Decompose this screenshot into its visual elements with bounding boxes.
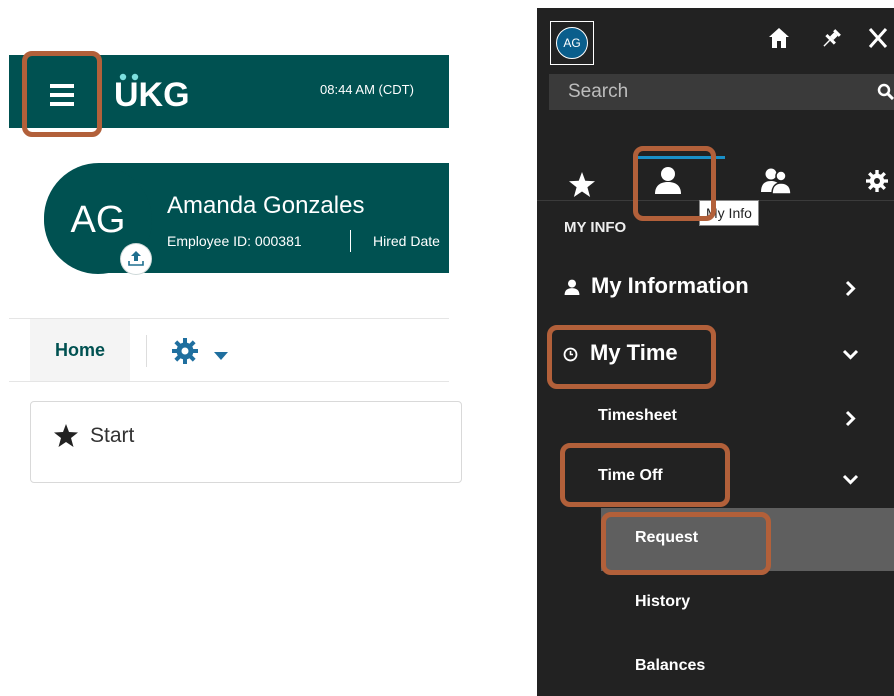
- start-label: Start: [90, 424, 135, 447]
- chevron-down-icon[interactable]: [842, 472, 859, 490]
- hired-date: Hired Date: [373, 233, 440, 249]
- highlight-box-my-info: [633, 146, 716, 221]
- tab-divider: [146, 335, 147, 367]
- highlight-box-request: [601, 512, 771, 575]
- nav-item-balances[interactable]: Balances: [635, 657, 705, 675]
- person-icon: [564, 279, 580, 300]
- home-icon[interactable]: [768, 27, 790, 54]
- upload-icon: [128, 251, 144, 266]
- highlight-box-time-off: [560, 443, 730, 507]
- section-header: MY INFO: [564, 219, 627, 236]
- settings-dropdown-button[interactable]: [172, 338, 198, 369]
- employee-id: Employee ID: 000381: [167, 233, 302, 249]
- hamburger-icon: [50, 84, 74, 106]
- ukg-logo: UKG: [114, 70, 214, 115]
- search-icon[interactable]: [877, 83, 894, 105]
- star-icon: [569, 172, 595, 197]
- pin-icon[interactable]: [820, 28, 842, 55]
- star-icon: [54, 424, 78, 452]
- tab-favorites[interactable]: [569, 172, 595, 202]
- chevron-right-icon[interactable]: [845, 410, 856, 432]
- nav-avatar-initials: AG: [556, 27, 588, 59]
- hamburger-menu-button[interactable]: [22, 51, 102, 137]
- tab-settings[interactable]: [866, 170, 888, 197]
- group-icon: [761, 168, 792, 195]
- tab-home[interactable]: Home: [30, 319, 130, 381]
- clock-readout: 08:44 AM (CDT): [320, 82, 414, 97]
- nav-item-timesheet[interactable]: Timesheet: [598, 407, 677, 425]
- highlight-box-my-time: [547, 325, 716, 389]
- gear-icon: [866, 170, 888, 192]
- nav-avatar[interactable]: AG: [550, 21, 594, 65]
- tab-my-team[interactable]: [760, 168, 792, 199]
- search-input[interactable]: [549, 74, 894, 110]
- chevron-down-icon[interactable]: [842, 347, 859, 365]
- close-icon[interactable]: [868, 27, 888, 54]
- chevron-right-icon[interactable]: [845, 280, 856, 302]
- upload-photo-button[interactable]: [121, 244, 151, 274]
- logo-text: UKG: [114, 76, 190, 110]
- caret-down-icon[interactable]: [214, 347, 228, 365]
- profile-divider: [350, 230, 351, 252]
- gear-icon: [172, 338, 198, 364]
- nav-item-my-information[interactable]: My Information: [591, 273, 749, 299]
- nav-item-history[interactable]: History: [635, 593, 690, 611]
- employee-name: Amanda Gonzales: [167, 192, 365, 219]
